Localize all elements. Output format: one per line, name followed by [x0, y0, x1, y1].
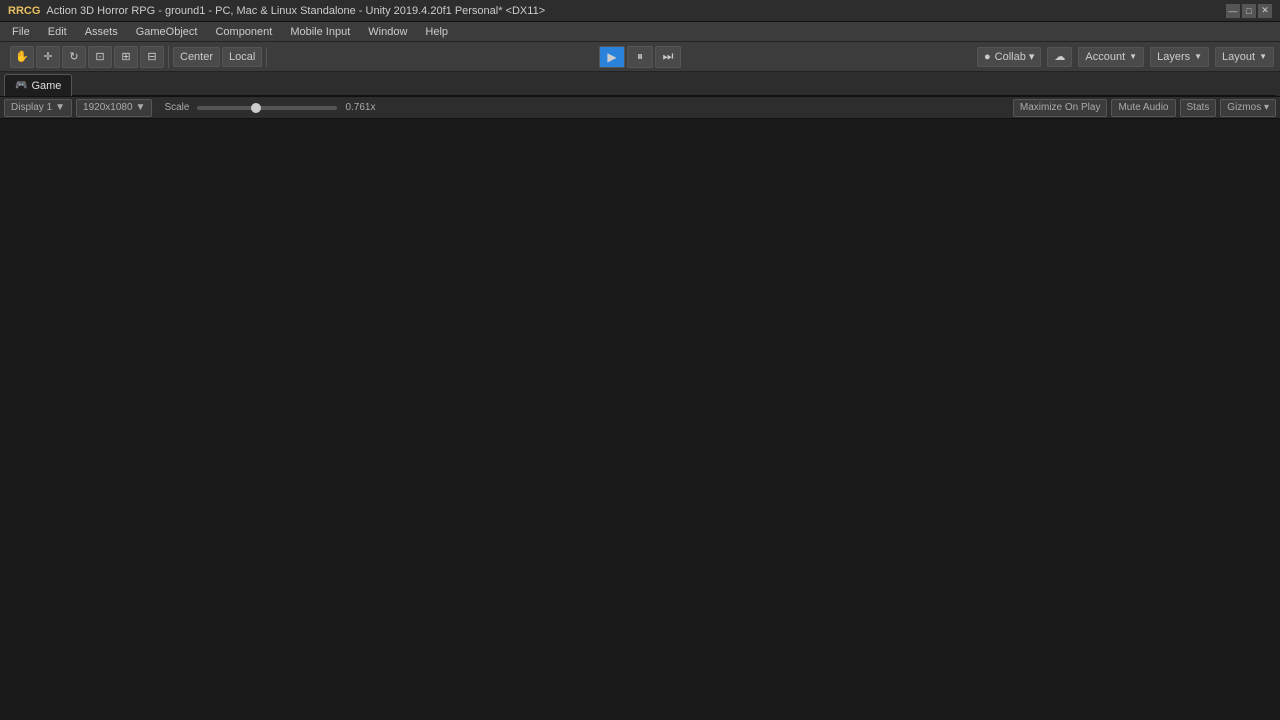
move-tool[interactable]: ✛ [36, 46, 60, 68]
resolution-dropdown[interactable]: 1920x1080 ▼ [76, 99, 152, 117]
menu-item-help[interactable]: Help [417, 24, 456, 40]
playback-controls: ▶ ⏸ ⏭ [599, 46, 681, 68]
hand-tool[interactable]: ✋ [10, 46, 34, 68]
gizmos-dropdown[interactable]: Gizmos ▾ [1220, 99, 1276, 117]
scale-tool[interactable]: ⊡ [88, 46, 112, 68]
minimize-button[interactable]: — [1226, 4, 1240, 18]
display-arrow: ▼ [55, 102, 65, 113]
step-button[interactable]: ⏭ [655, 46, 681, 68]
menu-item-mobile-input[interactable]: Mobile Input [282, 24, 358, 40]
collab-label: Collab ▾ [995, 50, 1035, 63]
pivot-local-dropdown[interactable]: Local [222, 47, 262, 67]
account-label: Account [1085, 51, 1125, 63]
maximize-button[interactable]: □ [1242, 4, 1256, 18]
game-tab-label: Game [31, 80, 61, 92]
account-arrow: ▼ [1129, 52, 1137, 61]
layers-arrow: ▼ [1194, 52, 1202, 61]
account-dropdown[interactable]: Account ▼ [1078, 47, 1144, 67]
toolbar: ✋ ✛ ↻ ⊡ ⊞ ⊟ Center Local ▶ ⏸ ⏭ ● Collab … [0, 42, 1280, 72]
layers-dropdown[interactable]: Layers ▼ [1150, 47, 1209, 67]
transform-tool[interactable]: ⊟ [140, 46, 164, 68]
toolbar-right: ● Collab ▾ ☁ Account ▼ Layers ▼ Layout ▼ [977, 47, 1274, 67]
menu-item-gameobject[interactable]: GameObject [128, 24, 206, 40]
rotate-tool[interactable]: ↻ [62, 46, 86, 68]
cloud-icon: ☁ [1054, 50, 1065, 63]
window-controls: — □ ✕ [1226, 4, 1272, 18]
cloud-button[interactable]: ☁ [1047, 47, 1072, 67]
layers-label: Layers [1157, 51, 1190, 63]
scale-slider[interactable] [197, 106, 337, 110]
game-tab-icon: 🎮 [15, 80, 27, 91]
maximize-on-play-button[interactable]: Maximize On Play [1013, 99, 1108, 117]
pivot-tools: Center Local [169, 47, 267, 67]
game-tab[interactable]: 🎮 Game [4, 74, 72, 96]
pivot-center-dropdown[interactable]: Center [173, 47, 220, 67]
tab-bar: 🎮 Game [0, 72, 1280, 97]
close-button[interactable]: ✕ [1258, 4, 1272, 18]
game-toolbar: Display 1 ▼ 1920x1080 ▼ Scale 0.761x Max… [0, 97, 1280, 119]
display-dropdown[interactable]: Display 1 ▼ [4, 99, 72, 117]
layout-arrow: ▼ [1259, 52, 1267, 61]
rect-tool[interactable]: ⊞ [114, 46, 138, 68]
menu-item-assets[interactable]: Assets [77, 24, 126, 40]
transform-tools: ✋ ✛ ↻ ⊡ ⊞ ⊟ [6, 46, 169, 68]
app-logo: RRCG [8, 5, 40, 17]
menu-item-component[interactable]: Component [207, 24, 280, 40]
menu-item-file[interactable]: File [4, 24, 38, 40]
scale-label: Scale [164, 102, 189, 113]
layout-label: Layout [1222, 51, 1255, 63]
display-label: Display 1 [11, 102, 52, 113]
collab-button[interactable]: ● Collab ▾ [977, 47, 1041, 67]
pivot-center-label: Center [180, 51, 213, 63]
pause-button[interactable]: ⏸ [627, 46, 653, 68]
title-text: Action 3D Horror RPG - ground1 - PC, Mac… [46, 5, 545, 17]
resolution-label: 1920x1080 [83, 102, 133, 113]
pivot-local-label: Local [229, 51, 255, 63]
collab-icon: ● [984, 51, 991, 63]
game-toolbar-right: Maximize On Play Mute Audio Stats Gizmos… [1013, 99, 1276, 117]
menu-bar: FileEditAssetsGameObjectComponentMobile … [0, 22, 1280, 42]
play-button[interactable]: ▶ [599, 46, 625, 68]
scale-value: 0.761x [345, 102, 375, 113]
layout-dropdown[interactable]: Layout ▼ [1215, 47, 1274, 67]
title-bar-left: RRCG Action 3D Horror RPG - ground1 - PC… [8, 5, 545, 17]
menu-item-edit[interactable]: Edit [40, 24, 75, 40]
mute-audio-button[interactable]: Mute Audio [1111, 99, 1175, 117]
resolution-arrow: ▼ [136, 102, 146, 113]
scale-thumb[interactable] [251, 103, 261, 113]
menu-item-window[interactable]: Window [360, 24, 415, 40]
title-bar: RRCG Action 3D Horror RPG - ground1 - PC… [0, 0, 1280, 22]
stats-button[interactable]: Stats [1180, 99, 1217, 117]
